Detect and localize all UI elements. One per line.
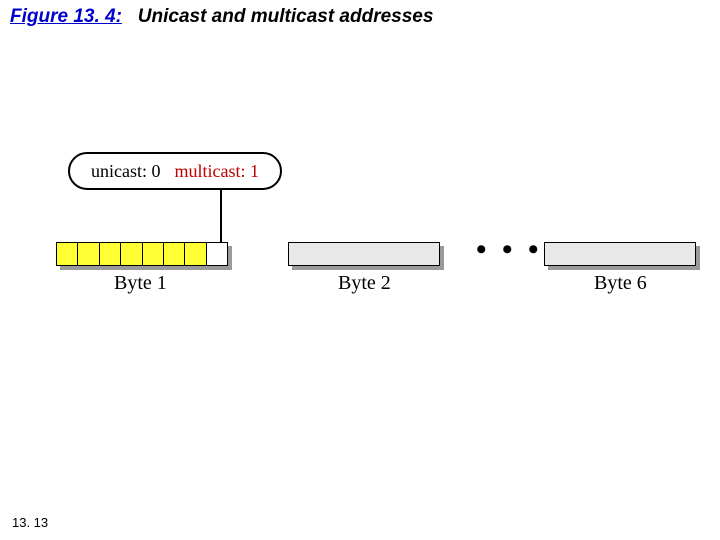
ellipsis: • • •: [476, 233, 543, 267]
bit-cell: [143, 243, 164, 265]
bit-cell: [121, 243, 142, 265]
figure-title: Figure 13. 4: Unicast and multicast addr…: [10, 6, 433, 28]
byte2-box: [288, 242, 440, 266]
figure-caption: Unicast and multicast addresses: [138, 6, 434, 27]
byte2-label: Byte 2: [338, 272, 391, 295]
byte1-label: Byte 1: [114, 272, 167, 295]
byte6-box: [544, 242, 696, 266]
bit-cell: [164, 243, 185, 265]
bit-cell: [100, 243, 121, 265]
unicast-label: unicast: 0: [91, 161, 161, 182]
bit-cell: [185, 243, 206, 265]
figure-number: Figure 13. 4:: [10, 6, 122, 27]
address-type-bubble: unicast: 0 multicast: 1: [68, 152, 282, 190]
bit-cell: [78, 243, 99, 265]
bit-cell-flag: [207, 243, 227, 265]
byte6-label: Byte 6: [594, 272, 647, 295]
byte1-box: [56, 242, 228, 266]
page-number: 13. 13: [12, 515, 48, 530]
bit-cell: [57, 243, 78, 265]
multicast-label: multicast: 1: [175, 161, 260, 182]
